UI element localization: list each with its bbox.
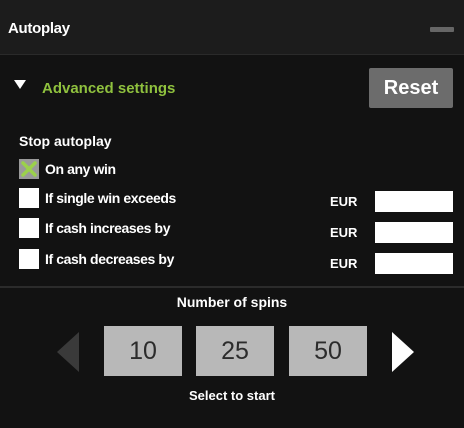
currency-label: EUR (330, 194, 358, 209)
arrow-right-icon[interactable] (392, 332, 414, 372)
arrow-left-icon[interactable] (57, 332, 79, 372)
select-to-start-hint: Select to start (189, 388, 275, 403)
option-label: If cash increases by (45, 220, 171, 236)
spins-option-10[interactable]: 10 (104, 326, 182, 376)
checkbox-cash-decreases[interactable] (19, 249, 39, 269)
option-cash-decreases[interactable]: If cash decreases by (19, 247, 174, 271)
spins-option-25[interactable]: 25 (196, 326, 274, 376)
title-bar: Autoplay (0, 0, 464, 55)
option-single-win-exceeds[interactable]: If single win exceeds (19, 186, 176, 210)
cash-decrease-amount-input[interactable] (375, 253, 453, 274)
single-win-amount-input[interactable] (375, 191, 453, 212)
window-title: Autoplay (8, 20, 70, 37)
option-label: If cash decreases by (45, 251, 174, 267)
number-of-spins-title: Number of spins (176, 294, 288, 310)
triangle-down-icon (14, 79, 26, 89)
option-cash-increases[interactable]: If cash increases by (19, 216, 170, 240)
advanced-settings-toggle[interactable]: Advanced settings (8, 75, 175, 101)
advanced-settings-label: Advanced settings (42, 79, 176, 97)
currency-label: EUR (330, 256, 358, 271)
check-x-icon (21, 161, 37, 177)
reset-button[interactable]: Reset (369, 68, 453, 108)
divider (0, 286, 464, 288)
checkbox-cash-increases[interactable] (19, 218, 39, 238)
checkbox-single-win-exceeds[interactable] (19, 188, 39, 208)
minimize-icon[interactable] (430, 27, 454, 32)
cash-increase-amount-input[interactable] (375, 222, 453, 243)
checkbox-on-any-win[interactable] (19, 159, 39, 179)
option-label: If single win exceeds (45, 190, 176, 206)
currency-label: EUR (330, 225, 358, 240)
option-label: On any win (45, 161, 116, 177)
spins-option-50[interactable]: 50 (289, 326, 367, 376)
stop-autoplay-title: Stop autoplay (19, 133, 112, 149)
option-on-any-win[interactable]: On any win (19, 157, 116, 181)
